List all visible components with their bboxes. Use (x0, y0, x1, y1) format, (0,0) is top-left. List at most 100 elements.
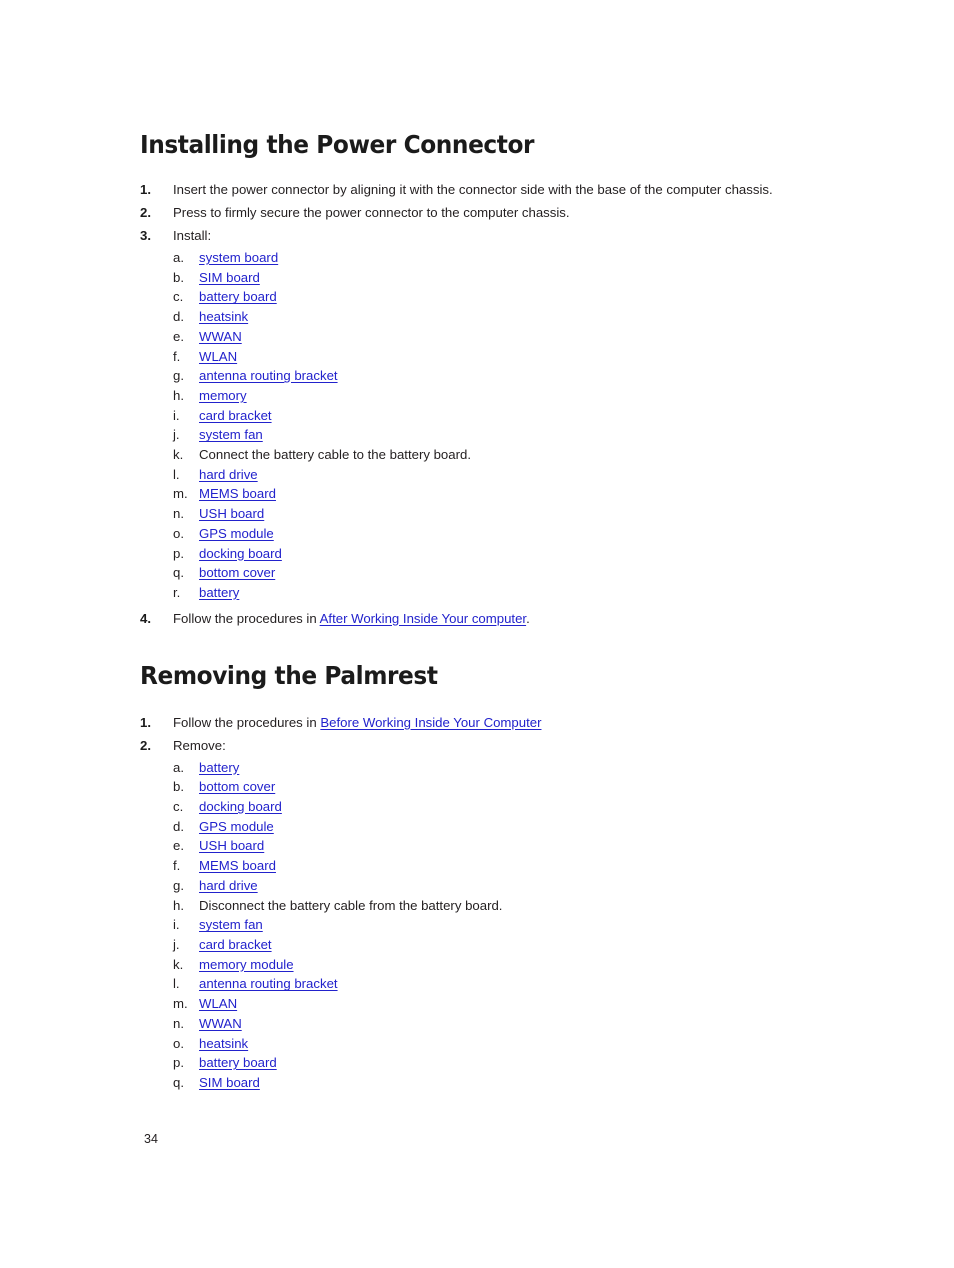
substep-marker: b. (173, 269, 184, 285)
list-item: d. GPS module (173, 817, 840, 837)
step-text: Follow the procedures in Before Working … (173, 713, 840, 733)
step-item: 4. Follow the procedures in After Workin… (140, 609, 840, 629)
link-bottom-cover[interactable]: bottom cover (199, 779, 275, 794)
list-item: i. system fan (173, 915, 840, 935)
step-text-suffix: . (526, 610, 530, 626)
link-gps-module[interactable]: GPS module (199, 819, 274, 834)
list-item: n. WWAN (173, 1014, 840, 1034)
link-wwan[interactable]: WWAN (199, 329, 242, 344)
link-battery-board[interactable]: battery board (199, 1055, 277, 1070)
list-item: e. WWAN (173, 327, 840, 347)
substep-marker: e. (173, 838, 184, 854)
substep-marker: f. (173, 858, 181, 874)
link-mems-board[interactable]: MEMS board (199, 486, 276, 501)
steps-list-installing: 1. Insert the power connector by alignin… (140, 180, 840, 629)
link-mems-board[interactable]: MEMS board (199, 858, 276, 873)
link-card-bracket[interactable]: card bracket (199, 408, 272, 423)
list-item: n. USH board (173, 504, 840, 524)
step-text: Follow the procedures in After Working I… (173, 609, 840, 629)
list-item: g. hard drive (173, 876, 840, 896)
link-hard-drive[interactable]: hard drive (199, 878, 258, 893)
substep-marker: d. (173, 818, 184, 834)
step-item: 2. Remove: a. battery b. bottom cover c. do… (140, 736, 840, 1093)
link-wlan[interactable]: WLAN (199, 349, 237, 364)
link-sim-board[interactable]: SIM board (199, 270, 260, 285)
substep-marker: k. (173, 447, 184, 463)
substep-marker: g. (173, 877, 184, 893)
link-wlan[interactable]: WLAN (199, 996, 237, 1011)
substep-marker: o. (173, 1035, 184, 1051)
substep-marker: g. (173, 368, 184, 384)
list-item: l. antenna routing bracket (173, 974, 840, 994)
substep-marker: i. (173, 407, 180, 423)
link-system-fan[interactable]: system fan (199, 917, 263, 932)
step-item: 2. Press to firmly secure the power conn… (140, 203, 840, 223)
substep-marker: j. (173, 427, 180, 443)
link-heatsink[interactable]: heatsink (199, 1036, 248, 1051)
document-page: Installing the Power Connector 1. Insert… (0, 0, 954, 1268)
section-removing-palmrest: Removing the Palmrest (140, 659, 840, 693)
link-card-bracket[interactable]: card bracket (199, 937, 272, 952)
list-item: b. SIM board (173, 268, 840, 288)
substep-marker: p. (173, 1055, 184, 1071)
link-docking-board[interactable]: docking board (199, 546, 282, 561)
link-sim-board[interactable]: SIM board (199, 1075, 260, 1090)
substeps-list-install: a. system board b. SIM board c. battery boa… (173, 248, 840, 603)
link-battery-board[interactable]: battery board (199, 289, 277, 304)
link-gps-module[interactable]: GPS module (199, 526, 274, 541)
list-item: m. WLAN (173, 994, 840, 1014)
list-item: j. card bracket (173, 935, 840, 955)
step-marker: 1. (140, 714, 151, 730)
link-docking-board[interactable]: docking board (199, 799, 282, 814)
substep-marker: i. (173, 917, 180, 933)
list-item: f. MEMS board (173, 856, 840, 876)
link-after-working-inside-your-computer[interactable]: After Working Inside Your computer (320, 611, 526, 626)
link-bottom-cover[interactable]: bottom cover (199, 565, 275, 580)
page-title-removing-the-palmrest: Removing the Palmrest (140, 660, 438, 690)
link-hard-drive[interactable]: hard drive (199, 467, 258, 482)
list-item: h. Disconnect the battery cable from the … (173, 896, 840, 916)
link-antenna-routing-bracket[interactable]: antenna routing bracket (199, 976, 338, 991)
link-heatsink[interactable]: heatsink (199, 309, 248, 324)
link-battery[interactable]: battery (199, 585, 239, 600)
list-item: a. system board (173, 248, 840, 268)
list-item: p. docking board (173, 544, 840, 564)
link-system-board[interactable]: system board (199, 250, 278, 265)
substep-marker: f. (173, 348, 181, 364)
substep-marker: n. (173, 1015, 184, 1031)
substep-marker: m. (173, 486, 188, 502)
substep-marker: k. (173, 956, 184, 972)
list-item: j. system fan (173, 425, 840, 445)
substep-text: Connect the battery cable to the battery… (199, 447, 471, 463)
link-system-fan[interactable]: system fan (199, 427, 263, 442)
step-text: Insert the power connector by aligning i… (173, 182, 773, 197)
substep-marker: n. (173, 506, 184, 522)
list-item: c. docking board (173, 797, 840, 817)
link-wwan[interactable]: WWAN (199, 1016, 242, 1031)
step-text-prefix: Follow the procedures in (173, 610, 320, 626)
link-ush-board[interactable]: USH board (199, 838, 264, 853)
list-item: m. MEMS board (173, 484, 840, 504)
list-item: a. battery (173, 758, 840, 778)
substep-text: Disconnect the battery cable from the ba… (199, 897, 503, 913)
link-antenna-routing-bracket[interactable]: antenna routing bracket (199, 368, 338, 383)
link-ush-board[interactable]: USH board (199, 506, 264, 521)
list-item: q. SIM board (173, 1073, 840, 1093)
link-before-working-inside-your-computer[interactable]: Before Working Inside Your Computer (320, 715, 541, 730)
list-item: g. antenna routing bracket (173, 366, 840, 386)
link-memory-module[interactable]: memory module (199, 957, 294, 972)
step-text: Install: (173, 228, 212, 243)
substep-marker: o. (173, 525, 184, 541)
link-battery[interactable]: battery (199, 760, 239, 775)
list-item: r. battery (173, 583, 840, 603)
substep-marker: p. (173, 545, 184, 561)
list-item: q. bottom cover (173, 563, 840, 583)
list-item: o. GPS module (173, 524, 840, 544)
substep-marker: b. (173, 779, 184, 795)
list-item: k. Connect the battery cable to the batte… (173, 445, 840, 465)
substep-marker: h. (173, 387, 184, 403)
link-memory[interactable]: memory (199, 388, 247, 403)
page-content: Installing the Power Connector 1. Insert… (140, 128, 840, 1096)
list-item: c. battery board (173, 287, 840, 307)
substep-marker: q. (173, 1074, 184, 1090)
